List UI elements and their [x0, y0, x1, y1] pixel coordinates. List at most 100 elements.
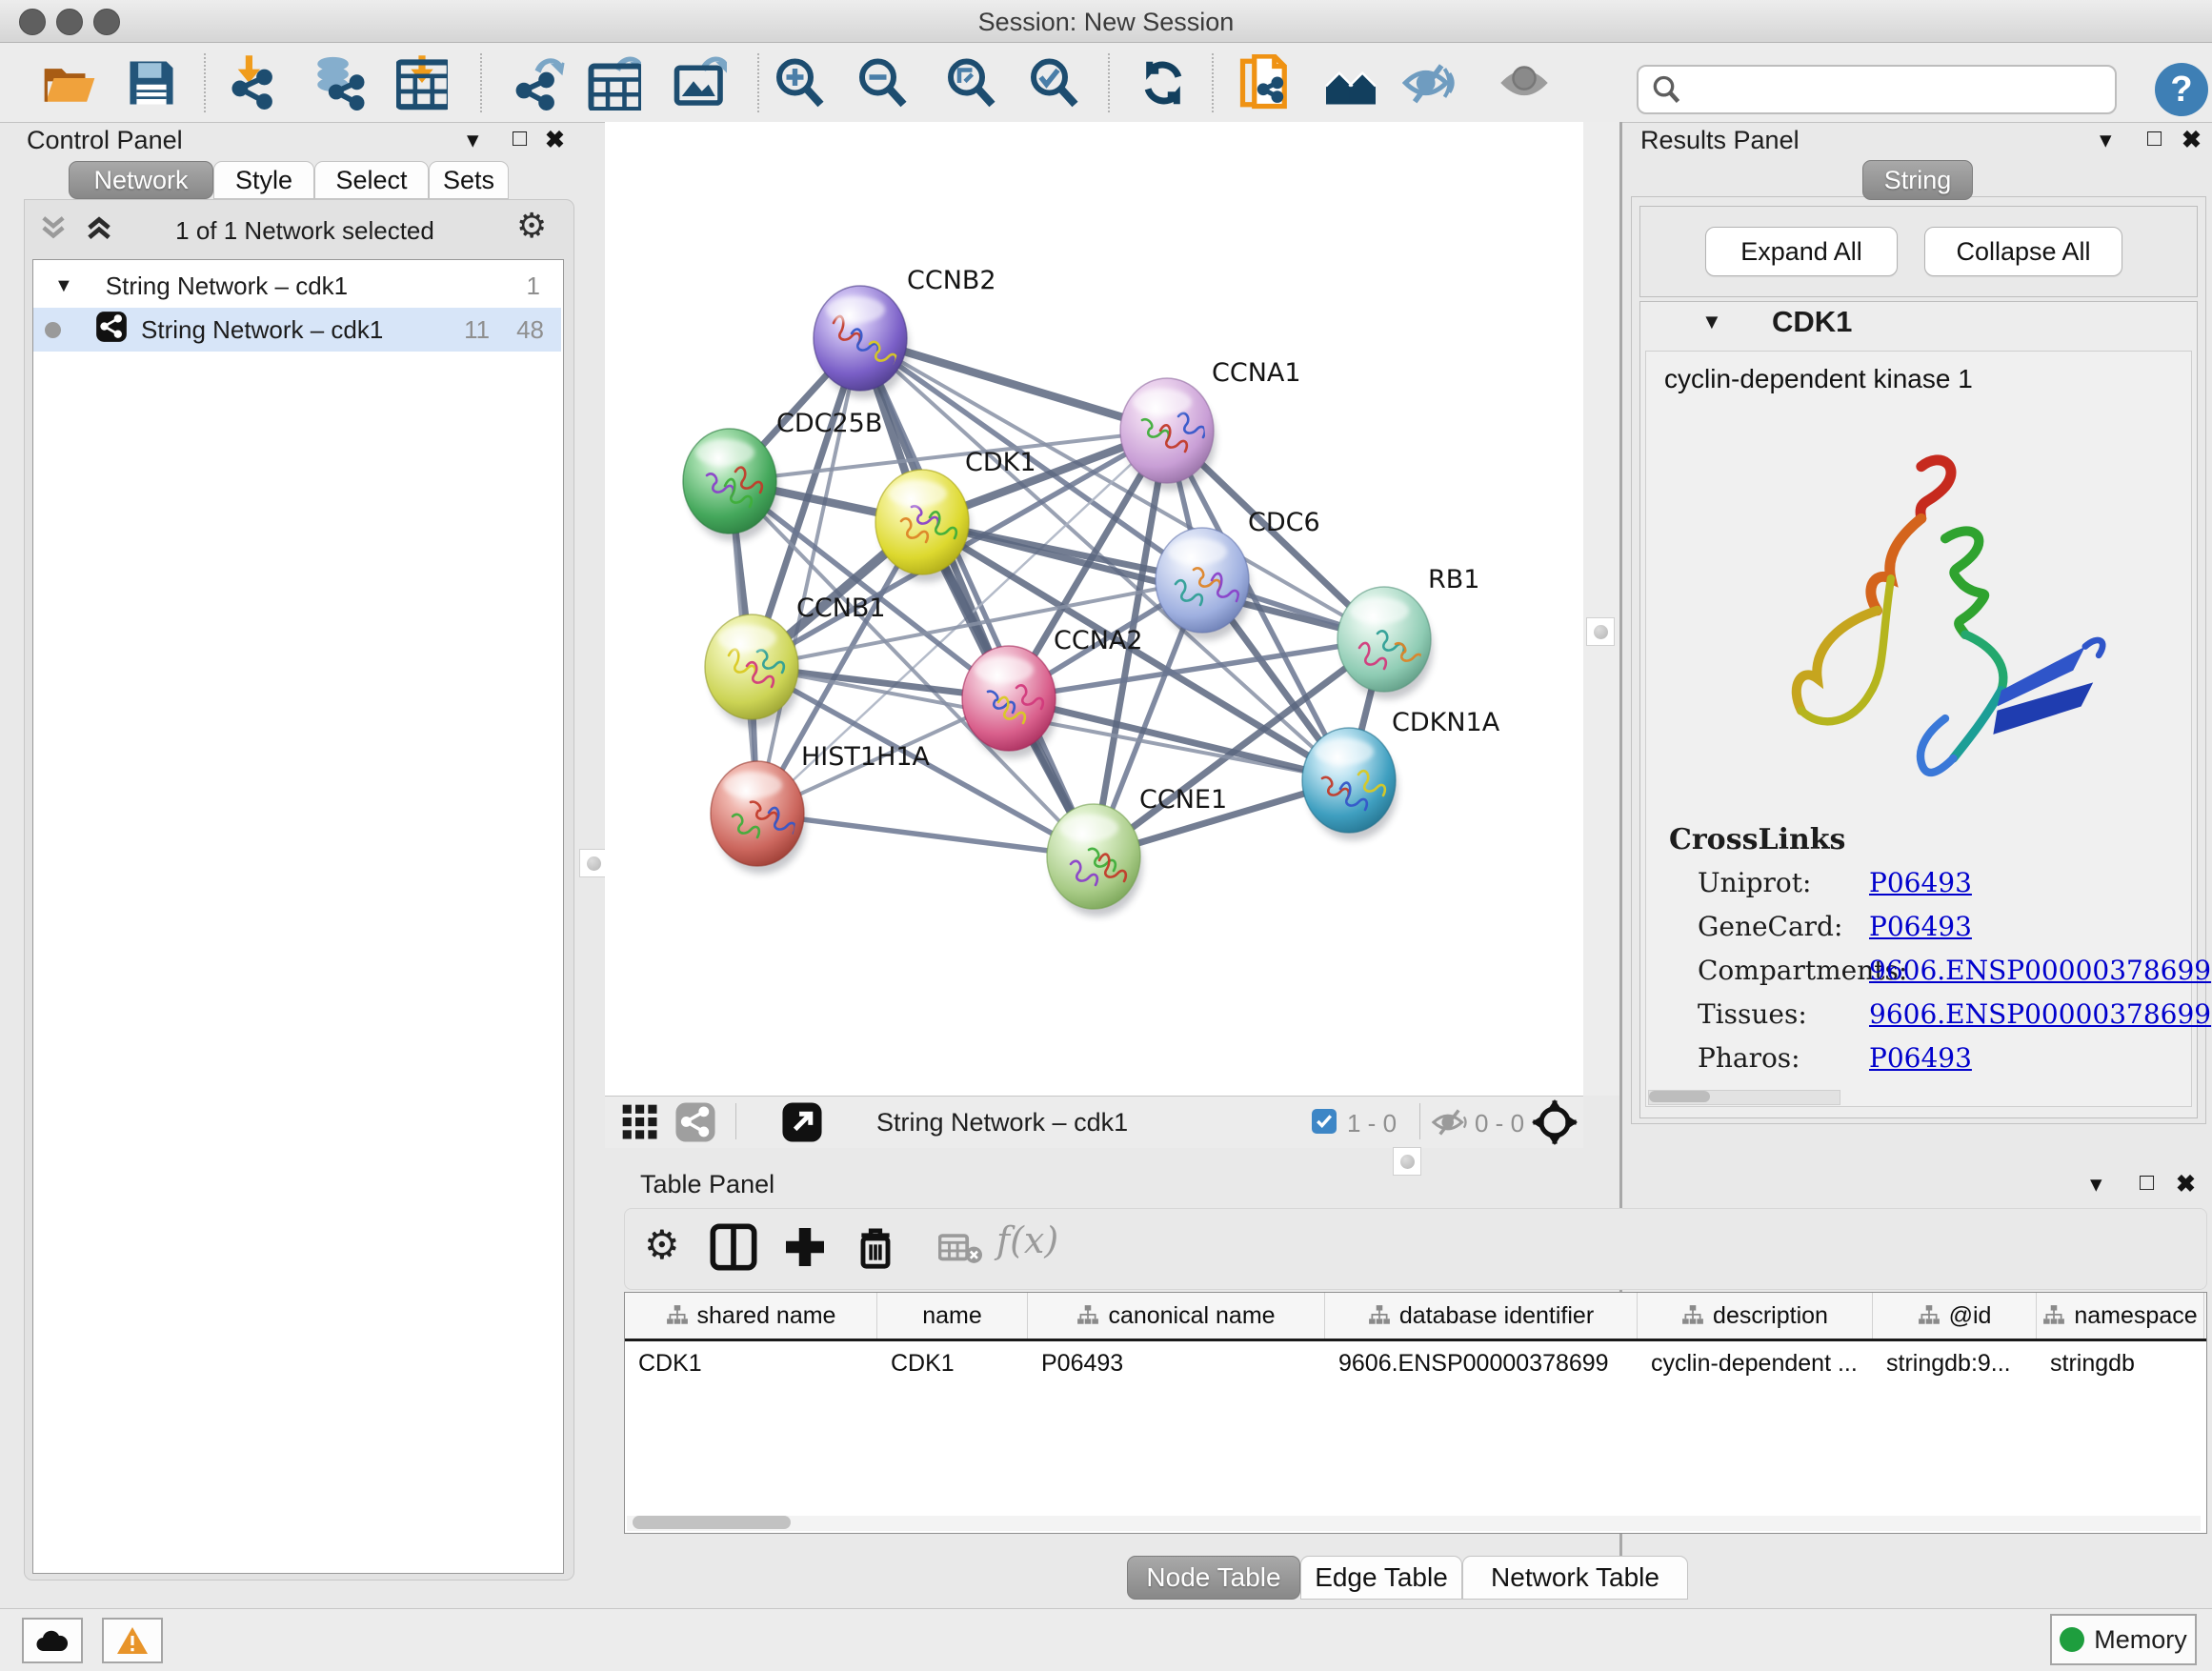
zoom-selected-icon[interactable] [1026, 55, 1081, 111]
expand-all-networks-icon[interactable] [82, 211, 116, 249]
hidden-eye-slash-icon[interactable] [1431, 1107, 1469, 1142]
control-panel-close-icon[interactable]: ✖ [545, 126, 565, 154]
right-splitter[interactable] [1583, 122, 1621, 1096]
network-graph[interactable]: CCNB2CCNA1CDC25BCDK1CDC6RB1CCNB1CCNA2CDK… [605, 122, 1583, 1096]
table-cell[interactable]: CDK1 [625, 1341, 877, 1385]
network-node-RB1[interactable]: RB1 [1337, 565, 1479, 699]
selected-checkbox-icon[interactable] [1312, 1109, 1337, 1134]
network-collection-row[interactable]: ▼ String Network – cdk1 1 [33, 264, 561, 308]
zoom-in-icon[interactable] [772, 55, 827, 111]
import-network-database-icon[interactable] [311, 55, 366, 111]
network-node-CCNB1[interactable]: CCNB1 [705, 594, 886, 727]
expand-all-button[interactable]: Expand All [1705, 227, 1898, 276]
copy-style-document-icon[interactable] [1238, 55, 1294, 111]
table-cell[interactable]: 9606.ENSP00000378699 [1325, 1341, 1638, 1385]
table-panel-close-icon[interactable]: ✖ [2176, 1170, 2196, 1198]
network-node-CCNE1[interactable]: CCNE1 [1047, 785, 1227, 916]
column-header-canonicalname[interactable]: canonical name [1028, 1293, 1325, 1339]
crosslink-link[interactable]: P06493 [1869, 1042, 1972, 1074]
table-cell[interactable]: P06493 [1028, 1341, 1325, 1385]
left-splitter-handle[interactable] [579, 849, 608, 877]
crosslink-label: Pharos: [1698, 1042, 1800, 1074]
table-cell[interactable]: stringdb:9... [1873, 1341, 2037, 1385]
import-table-icon[interactable] [394, 55, 450, 111]
column-header-label: database identifier [1399, 1302, 1594, 1330]
memory-button[interactable]: Memory [2050, 1614, 2197, 1665]
table-panel-float-icon[interactable]: □ [2140, 1169, 2154, 1197]
table-gear-icon[interactable]: ⚙ [644, 1221, 680, 1268]
collapse-all-button[interactable]: Collapse All [1924, 227, 2122, 276]
zoom-fit-icon[interactable] [943, 55, 998, 111]
hide-unhide-icon[interactable] [1401, 55, 1457, 111]
table-cell[interactable]: cyclin-dependent ... [1638, 1341, 1873, 1385]
column-header-sharedname[interactable]: shared name [625, 1293, 877, 1339]
save-session-icon[interactable] [124, 55, 179, 111]
results-scrollbar-track[interactable] [1648, 1090, 1840, 1105]
gene-symbol[interactable]: CDK1 [1772, 305, 1852, 339]
toolbar-separator [480, 53, 482, 112]
table-scrollbar-thumb[interactable] [633, 1516, 791, 1529]
tab-network-table[interactable]: Network Table [1462, 1556, 1688, 1600]
show-columns-icon[interactable] [710, 1223, 757, 1276]
home-networks-icon[interactable] [1323, 55, 1378, 111]
grid-view-icon[interactable] [621, 1103, 659, 1146]
network-node-CDKN1A[interactable]: CDKN1A [1302, 708, 1500, 840]
tab-edge-table[interactable]: Edge Table [1300, 1556, 1462, 1600]
eye-icon[interactable] [1497, 55, 1552, 111]
control-panel-collapse-icon[interactable]: ▾ [467, 126, 479, 154]
search-input[interactable] [1680, 74, 2103, 106]
crosslink-link[interactable]: 9606.ENSP00000378699 [1869, 998, 2211, 1030]
import-network-file-icon[interactable] [225, 55, 280, 111]
add-column-icon[interactable] [781, 1223, 829, 1276]
tab-style[interactable]: Style [213, 161, 314, 199]
column-header-description[interactable]: description [1638, 1293, 1873, 1339]
open-in-window-icon[interactable] [781, 1101, 823, 1148]
export-network-icon[interactable] [511, 55, 566, 111]
column-header-namespace[interactable]: namespace [2037, 1293, 2204, 1339]
table-splitter-handle[interactable] [1393, 1147, 1421, 1176]
open-session-icon[interactable] [42, 55, 97, 111]
results-panel-collapse-icon[interactable]: ▾ [2100, 126, 2112, 154]
network-node-CDC6[interactable]: CDC6 [1156, 508, 1320, 640]
results-panel-close-icon[interactable]: ✖ [2182, 126, 2202, 154]
table-panel-collapse-icon[interactable]: ▾ [2090, 1170, 2102, 1198]
control-panel-float-icon[interactable]: □ [513, 125, 527, 152]
table-row[interactable]: CDK1CDK1P064939606.ENSP00000378699cyclin… [625, 1341, 2206, 1385]
collapse-all-networks-icon[interactable] [36, 211, 70, 249]
network-options-gear-icon[interactable]: ⚙ [516, 206, 547, 246]
network-node-CDK1[interactable]: CDK1 [875, 448, 1036, 582]
refresh-icon[interactable] [1136, 55, 1191, 111]
results-panel-float-icon[interactable]: □ [2147, 125, 2162, 152]
help-button[interactable]: ? [2155, 63, 2208, 116]
table-cell[interactable]: stringdb [2037, 1341, 2204, 1385]
export-image-icon[interactable] [673, 55, 728, 111]
network-node-HIST1H1A[interactable]: HIST1H1A [711, 742, 931, 874]
tab-string[interactable]: String [1862, 160, 1973, 200]
column-header-databaseidentifier[interactable]: database identifier [1325, 1293, 1638, 1339]
table-cell[interactable]: CDK1 [877, 1341, 1028, 1385]
network-row-selected[interactable]: String Network – cdk1 11 48 [33, 308, 561, 352]
birdseye-crosshair-icon[interactable] [1532, 1099, 1578, 1150]
tree-expand-icon[interactable]: ▼ [54, 275, 73, 297]
gene-collapse-icon[interactable]: ▼ [1701, 310, 1722, 334]
crosslink-link[interactable]: 9606.ENSP00000378699 [1869, 955, 2211, 986]
zoom-out-icon[interactable] [855, 55, 910, 111]
shared-column-icon [1368, 1304, 1391, 1327]
tab-sets[interactable]: Sets [429, 161, 509, 199]
tab-network[interactable]: Network [69, 161, 213, 199]
right-splitter-handle[interactable] [1586, 617, 1615, 646]
column-header-name[interactable]: name [877, 1293, 1028, 1339]
cloud-status-button[interactable] [22, 1618, 83, 1663]
export-table-icon[interactable] [587, 55, 642, 111]
warning-status-button[interactable] [102, 1618, 163, 1663]
results-scrollbar-thumb[interactable] [1649, 1091, 1710, 1102]
crosslink-link[interactable]: P06493 [1869, 911, 1972, 942]
node-label-CCNB1: CCNB1 [796, 594, 886, 623]
network-view-share-icon[interactable] [674, 1101, 716, 1148]
crosslink-link[interactable]: P06493 [1869, 867, 1972, 898]
tab-node-table[interactable]: Node Table [1127, 1556, 1300, 1600]
column-header-id[interactable]: @id [1873, 1293, 2037, 1339]
delete-column-icon[interactable] [852, 1221, 899, 1276]
tab-select[interactable]: Select [314, 161, 429, 199]
table-scrollbar-track[interactable] [627, 1516, 2201, 1531]
